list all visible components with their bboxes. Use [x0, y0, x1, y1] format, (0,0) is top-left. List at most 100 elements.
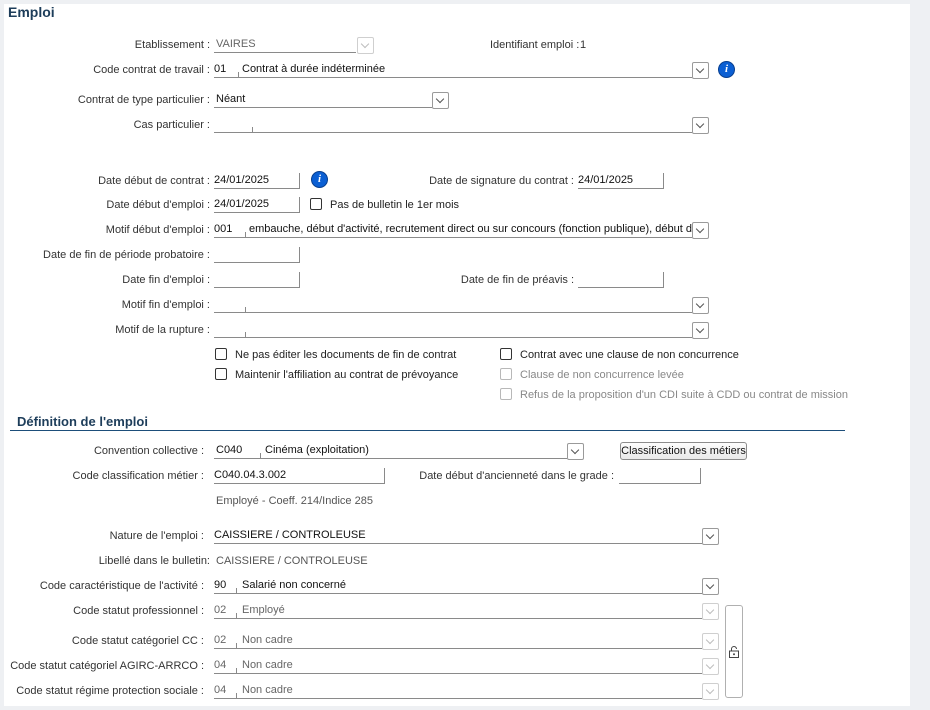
- statut-cc-field: 02 Non cadre: [214, 633, 702, 649]
- motif-rupture-field[interactable]: [214, 322, 692, 338]
- identifiant-value: 1: [580, 39, 587, 51]
- statut-cc-dropdown-icon: [702, 633, 719, 650]
- employment-panel: [4, 4, 910, 706]
- motif-debut-text: embauche, début d'activité, recrutement …: [249, 223, 692, 235]
- motif-debut-label: Motif début d'emploi :: [105, 224, 210, 236]
- code-classification-field[interactable]: C040.04.3.002: [214, 468, 385, 484]
- contrat-particulier-label: Contrat de type particulier :: [77, 94, 210, 106]
- motif-fin-field[interactable]: [214, 297, 692, 313]
- field-separator: [245, 232, 246, 237]
- code-contrat-dropdown-icon[interactable]: [692, 62, 709, 79]
- date-debut-contrat-value: 24/01/2025: [214, 174, 270, 186]
- ne-pas-editer-checkbox[interactable]: [215, 348, 227, 360]
- refus-cdi-label: Refus de la proposition d'un CDI suite à…: [520, 389, 848, 401]
- statut-protection-dropdown-icon: [702, 683, 719, 700]
- date-signature-value: 24/01/2025: [578, 174, 634, 186]
- libelle-bulletin-label: Libellé dans le bulletin:: [98, 555, 210, 567]
- lock-icon: [729, 646, 739, 658]
- clause-non-concurrence-label: Contrat avec une clause de non concurren…: [520, 349, 739, 361]
- code-caracteristique-label: Code caractéristique de l'activité :: [39, 580, 204, 592]
- statut-pro-code: 02: [214, 604, 227, 616]
- nature-emploi-value: CAISSIERE / CONTROLEUSE: [214, 529, 366, 541]
- field-separator: [245, 307, 246, 312]
- nature-emploi-label: Nature de l'emploi :: [109, 530, 204, 542]
- contrat-particulier-dropdown-icon[interactable]: [432, 92, 449, 109]
- field-separator: [245, 332, 246, 337]
- motif-debut-code: 001: [214, 223, 233, 235]
- statut-protection-text: Non cadre: [242, 684, 293, 696]
- section-divider: [10, 430, 845, 431]
- code-contrat-field[interactable]: 01 Contrat à durée indéterminée: [214, 62, 692, 78]
- statut-protection-code: 04: [214, 684, 227, 696]
- statut-cc-text: Non cadre: [242, 634, 293, 646]
- statut-agirc-code: 04: [214, 659, 227, 671]
- date-signature-field[interactable]: 24/01/2025: [578, 173, 664, 189]
- unlock-statuts-button[interactable]: [725, 605, 743, 698]
- field-separator: [236, 613, 237, 618]
- cas-particulier-label: Cas particulier :: [133, 119, 210, 131]
- date-fin-preavis-label: Date de fin de préavis :: [460, 274, 574, 286]
- cas-particulier-field[interactable]: [214, 117, 692, 133]
- date-debut-contrat-field[interactable]: 24/01/2025: [214, 173, 300, 189]
- field-separator: [260, 453, 261, 458]
- motif-rupture-dropdown-icon[interactable]: [692, 322, 709, 339]
- clause-non-concurrence-checkbox[interactable]: [500, 348, 512, 360]
- statut-pro-text: Employé: [242, 604, 285, 616]
- contrat-particulier-value: Néant: [216, 93, 246, 105]
- convention-field[interactable]: C040 Cinéma (exploitation): [214, 443, 567, 459]
- maintenir-affiliation-label: Maintenir l'affiliation au contrat de pr…: [235, 369, 459, 381]
- date-fin-preavis-field[interactable]: [578, 272, 664, 288]
- field-separator: [236, 693, 237, 698]
- code-contrat-code: 01: [214, 63, 227, 75]
- statut-protection-label: Code statut régime protection sociale :: [16, 685, 204, 697]
- code-caracteristique-dropdown-icon[interactable]: [702, 578, 719, 595]
- statut-pro-dropdown-icon: [702, 603, 719, 620]
- date-debut-emploi-field[interactable]: 24/01/2025: [214, 197, 300, 213]
- statut-agirc-label: Code statut catégoriel AGIRC-ARRCO :: [10, 660, 204, 672]
- nature-emploi-field[interactable]: CAISSIERE / CONTROLEUSE: [214, 528, 702, 544]
- statut-pro-field: 02 Employé: [214, 603, 702, 619]
- date-fin-emploi-field[interactable]: [214, 272, 300, 288]
- code-caracteristique-field[interactable]: 90 Salarié non concerné: [214, 578, 702, 594]
- motif-debut-dropdown-icon[interactable]: [692, 222, 709, 239]
- statut-agirc-dropdown-icon: [702, 658, 719, 675]
- convention-dropdown-icon[interactable]: [567, 443, 584, 460]
- contrat-particulier-field[interactable]: Néant: [214, 92, 432, 108]
- convention-label: Convention collective :: [93, 445, 204, 457]
- fin-probatoire-field[interactable]: [214, 247, 300, 263]
- date-debut-emploi-label: Date début d'emploi :: [106, 199, 210, 211]
- maintenir-affiliation-checkbox[interactable]: [215, 368, 227, 380]
- classification-metiers-button[interactable]: Classification des métiers: [620, 442, 747, 460]
- field-separator: [238, 72, 239, 77]
- pas-bulletin-checkbox[interactable]: [310, 198, 322, 210]
- section-title-definition: Définition de l'emploi: [17, 414, 148, 429]
- code-contrat-text: Contrat à durée indéterminée: [242, 63, 386, 75]
- identifiant-label: Identifiant emploi :: [490, 39, 580, 51]
- etablissement-value: VAIRES: [216, 38, 256, 50]
- info-icon[interactable]: i: [311, 171, 328, 188]
- code-caracteristique-code: 90: [214, 579, 227, 591]
- date-debut-emploi-value: 24/01/2025: [214, 198, 270, 210]
- statut-cc-label: Code statut catégoriel CC :: [71, 635, 204, 647]
- field-separator: [252, 127, 253, 132]
- motif-fin-dropdown-icon[interactable]: [692, 297, 709, 314]
- date-signature-label: Date de signature du contrat :: [429, 175, 574, 187]
- info-icon[interactable]: i: [718, 61, 735, 78]
- etablissement-field: VAIRES: [214, 37, 356, 53]
- code-classification-value: C040.04.3.002: [214, 469, 287, 481]
- pas-bulletin-label: Pas de bulletin le 1er mois: [330, 199, 460, 211]
- cas-particulier-dropdown-icon[interactable]: [692, 117, 709, 134]
- nature-emploi-dropdown-icon[interactable]: [702, 528, 719, 545]
- motif-debut-field[interactable]: 001 embauche, début d'activité, recrutem…: [214, 222, 692, 238]
- field-separator: [236, 668, 237, 673]
- date-anciennete-field[interactable]: [619, 468, 701, 484]
- field-separator: [236, 588, 237, 593]
- date-fin-emploi-label: Date fin d'emploi :: [122, 274, 210, 286]
- classification-detail: Employé - Coeff. 214/Indice 285: [216, 495, 373, 507]
- motif-fin-label: Motif fin d'emploi :: [121, 299, 210, 311]
- fin-probatoire-label: Date de fin de période probatoire :: [43, 249, 210, 261]
- statut-pro-label: Code statut professionnel :: [73, 605, 204, 617]
- libelle-bulletin-value: CAISSIERE / CONTROLEUSE: [216, 555, 368, 567]
- clause-levee-checkbox: [500, 368, 512, 380]
- section-title-emploi: Emploi: [8, 4, 55, 20]
